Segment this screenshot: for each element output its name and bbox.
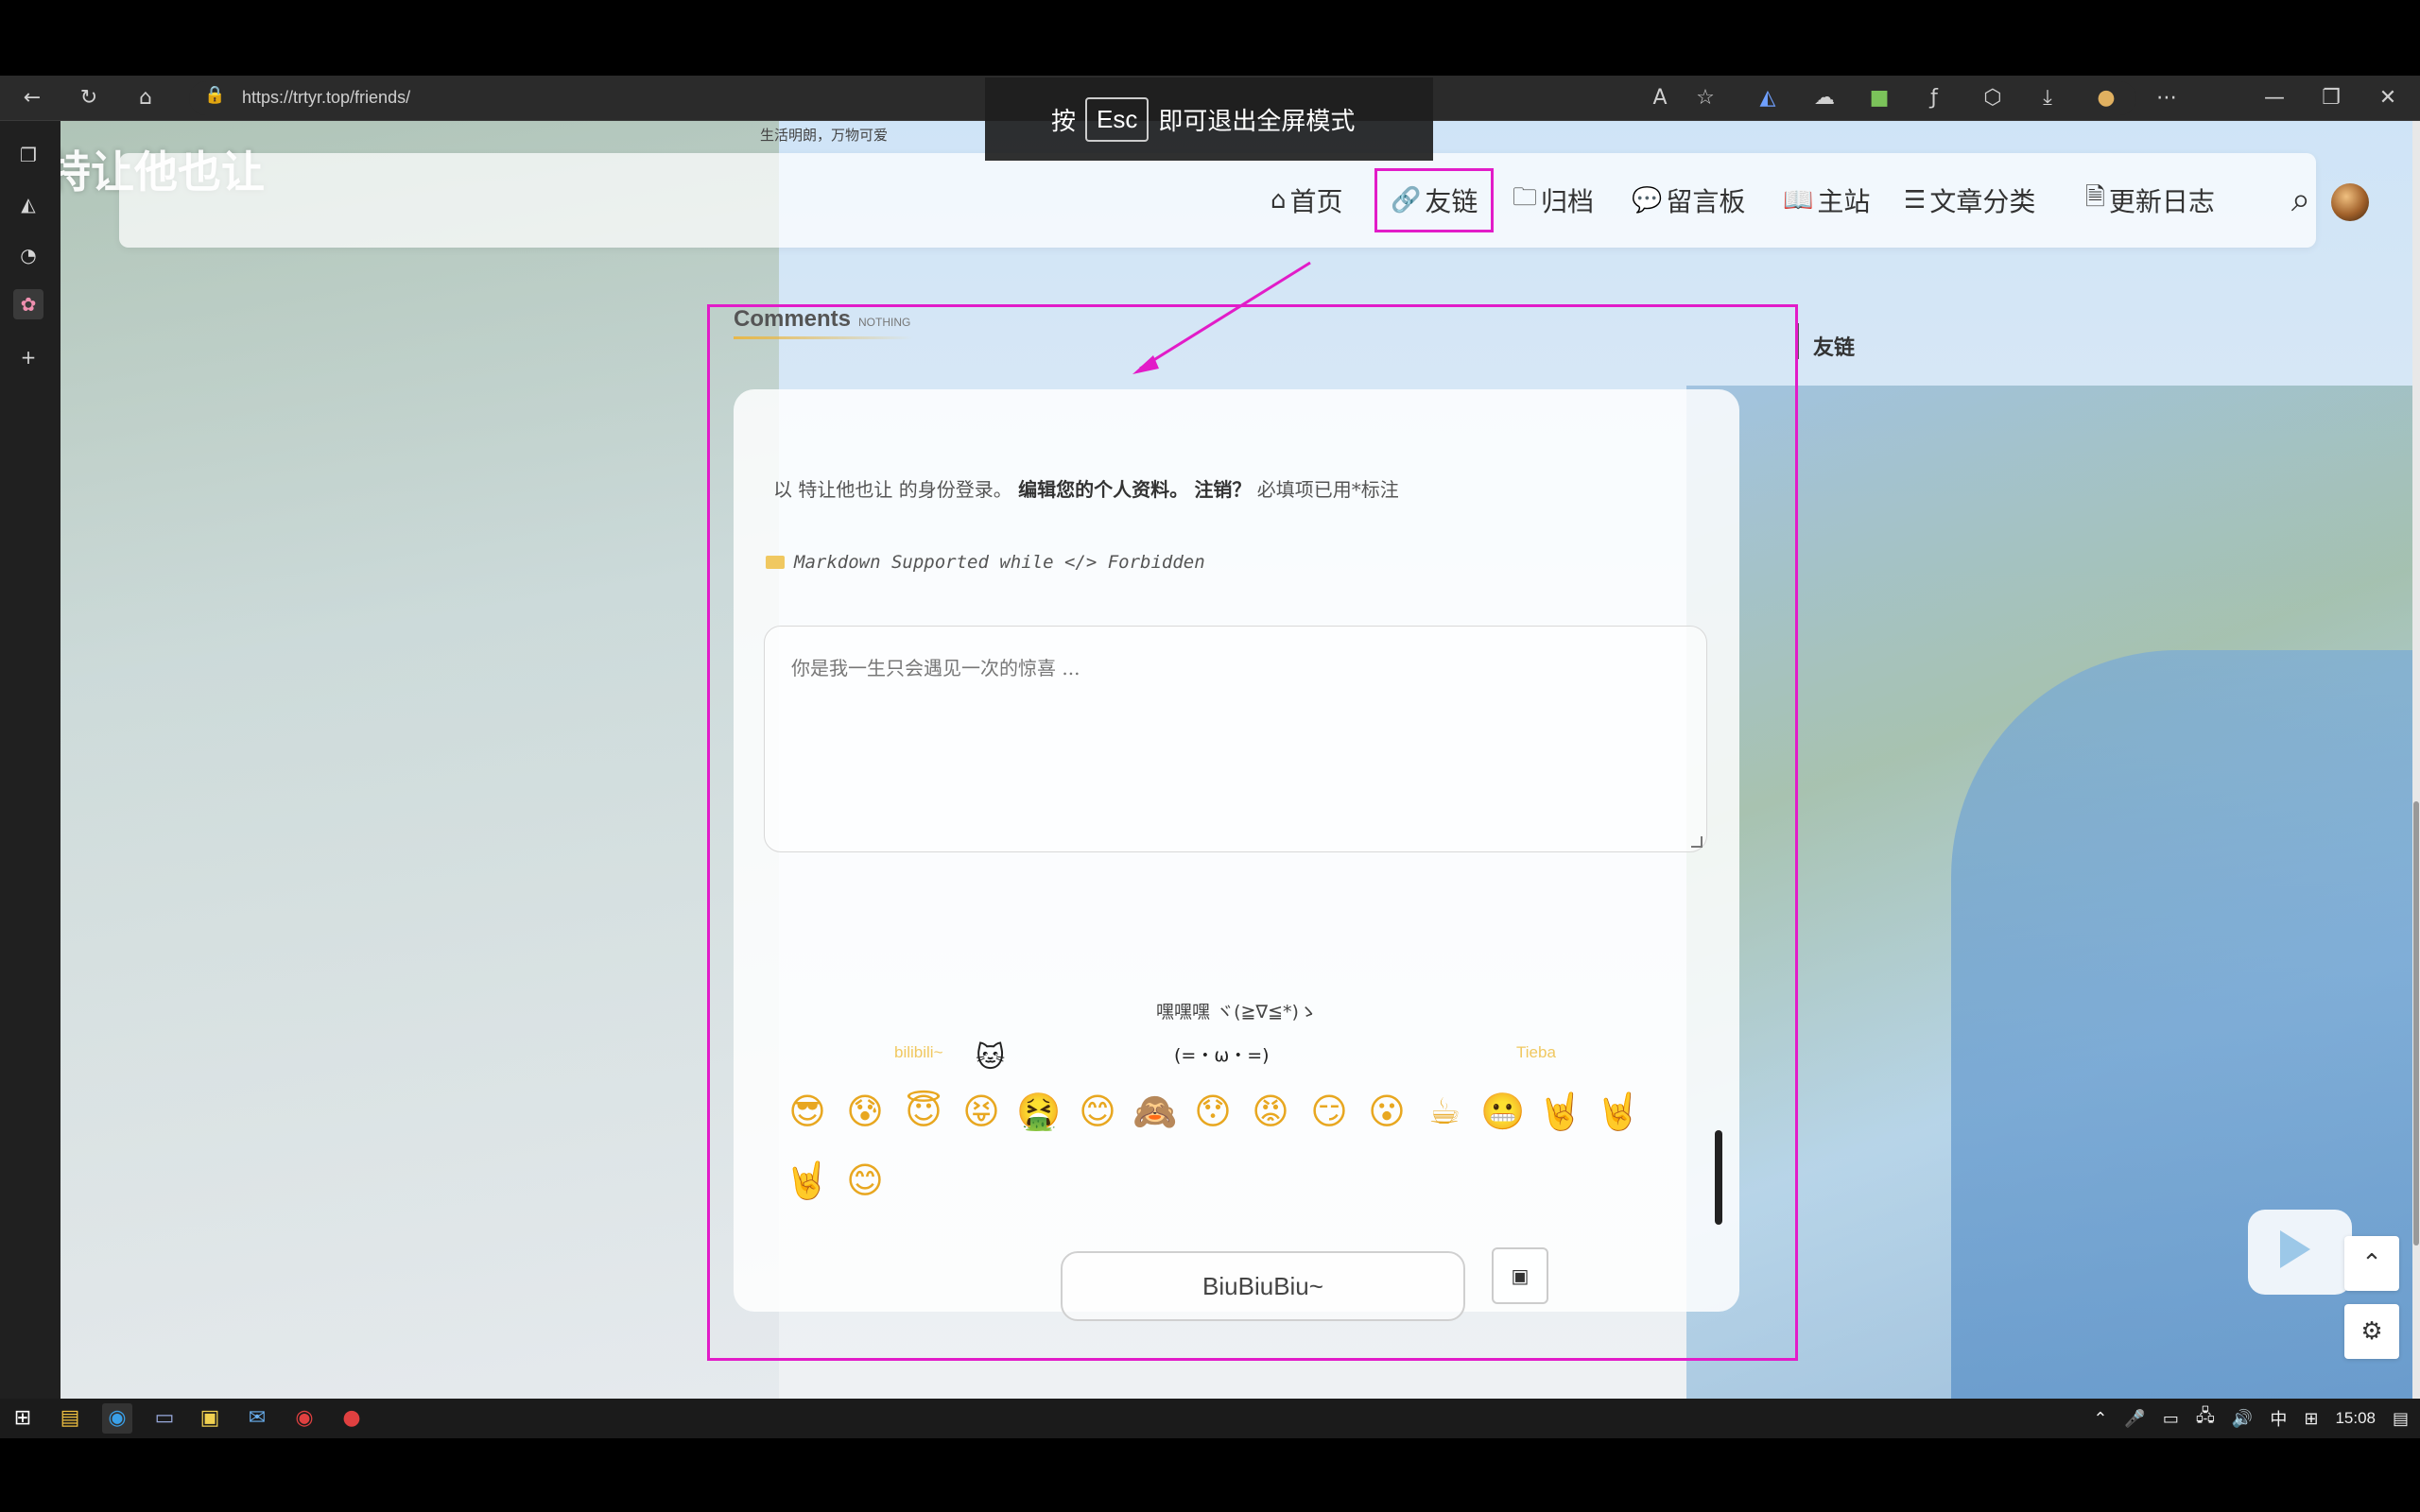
page-scrollbar-thumb[interactable] (2413, 801, 2419, 1246)
minimize-icon[interactable]: — (2259, 83, 2290, 113)
nav-label: 文章分类 (1929, 186, 2036, 217)
navbar: ⌂ 首页 🔗 友链 🗀 归档 💬 留言板 📖 主站 ☰ 文章分类 🗎 更新日志 … (119, 153, 2369, 248)
site-subtitle: 生活明朗，万物可爱 (760, 127, 889, 144)
book-icon: 📖 (1783, 186, 1814, 215)
formula-icon[interactable]: ƒ (1919, 83, 1949, 113)
video-player-widget[interactable] (2248, 1210, 2352, 1295)
terminal-icon[interactable]: ▭ (149, 1403, 180, 1434)
annotation-frame (707, 304, 1798, 1361)
list-icon: ☰ (1904, 186, 1927, 215)
toast-suffix: 即可退出全屏模式 (1158, 107, 1356, 136)
screen: ← ↻ ⌂ 🔒 https://trtyr.top/friends/ A ☆ ◭… (0, 0, 2420, 1512)
lock-icon: 🔒 (204, 85, 226, 105)
tab-icon-1[interactable]: ◭ (13, 189, 43, 219)
web-page: 特让他也让 生活明朗，万物可爱 ⌂ 首页 🔗 友链 🗀 归档 💬 留言板 📖 主… (60, 121, 2412, 1399)
app-icon-1[interactable]: ▣ (195, 1403, 225, 1434)
start-icon[interactable]: ⊞ (8, 1403, 38, 1434)
extension-icon[interactable]: ◭ (1753, 83, 1783, 113)
avatar[interactable] (2331, 183, 2369, 221)
keyboard-icon[interactable]: ⊞ (2304, 1409, 2318, 1429)
folder-icon: 🗀 (1512, 183, 1538, 212)
nav-label: 主站 (1817, 186, 1871, 217)
toast-prefix: 按 (1051, 107, 1077, 136)
tab-actions-icon[interactable]: ❐ (13, 140, 43, 170)
new-tab-icon[interactable]: + (13, 342, 43, 372)
fullscreen-toast: 按 Esc 即可退出全屏模式 (985, 77, 1433, 161)
url-text: https://trtyr.top/friends/ (242, 88, 411, 107)
download-icon[interactable]: ⤓ (2032, 83, 2063, 113)
sidebar-friends-label: 友链 (1813, 335, 1856, 360)
recorder-icon[interactable]: ● (337, 1403, 367, 1434)
nav-guestbook[interactable]: 💬 留言板 (1632, 178, 1745, 223)
nav-home[interactable]: ⌂ 首页 (1270, 178, 1343, 223)
nav-label: 归档 (1541, 186, 1595, 217)
nav-friends[interactable]: 🔗 友链 (1374, 168, 1495, 232)
nav-label: 更新日志 (2108, 186, 2215, 217)
home-icon[interactable]: ⌂ (130, 83, 161, 113)
document-icon: 🗎 (2085, 183, 2105, 212)
favorite-icon[interactable]: ☆ (1690, 83, 1720, 113)
esc-key-badge: Esc (1085, 96, 1150, 142)
tab-icon-active[interactable]: ✿ (13, 289, 43, 319)
nav-main-site[interactable]: 📖 主站 (1783, 178, 1870, 223)
more-icon[interactable]: ⋯ (2152, 83, 2182, 113)
play-icon (2280, 1230, 2310, 1268)
mail-icon[interactable]: ✉ (242, 1403, 272, 1434)
vertical-tab-bar: ❐ ◭ ◔ ✿ + (0, 121, 60, 1399)
link-icon: 🔗 (1391, 186, 1422, 215)
read-aloud-icon[interactable]: A (1645, 83, 1675, 113)
chevron-up-icon[interactable]: ⌃ (2093, 1409, 2107, 1429)
extension-green-icon[interactable]: ■ (1864, 83, 1894, 113)
nav-label: 友链 (1425, 186, 1478, 217)
ime-indicator[interactable]: 中 (2270, 1406, 2287, 1431)
profile-icon[interactable]: ● (2091, 83, 2121, 113)
home-icon: ⌂ (1270, 186, 1287, 215)
extensions-icon[interactable]: ⬡ (1978, 83, 2008, 113)
background-scene-left (60, 121, 779, 1399)
restore-icon[interactable]: ❐ (2316, 83, 2346, 113)
nav-archive[interactable]: 🗀 归档 (1512, 178, 1594, 223)
nav-label: 首页 (1289, 186, 1343, 217)
system-tray: ⌃ 🎤 ▭ 🖧 🔊 中 ⊞ 15:08 ▤ (2093, 1399, 2409, 1438)
back-arrow-icon[interactable]: ← (17, 83, 47, 113)
nav-changelog[interactable]: 🗎 更新日志 (2085, 178, 2215, 223)
search-icon[interactable]: ⌕ (2280, 180, 2322, 221)
nav-categories[interactable]: ☰ 文章分类 (1904, 178, 2035, 223)
scroll-top-button[interactable]: ⌃ (2344, 1236, 2399, 1291)
close-icon[interactable]: ✕ (2373, 83, 2403, 113)
edge-icon[interactable]: ◉ (102, 1403, 132, 1434)
settings-button[interactable]: ⚙ (2344, 1304, 2399, 1359)
nav-label: 留言板 (1666, 186, 1746, 217)
notification-icon[interactable]: ▤ (2393, 1409, 2409, 1429)
file-explorer-icon[interactable]: ▤ (55, 1403, 85, 1434)
page-scrollbar[interactable] (2412, 121, 2420, 1399)
clock[interactable]: 15:08 (2335, 1409, 2376, 1428)
volume-icon[interactable]: 🔊 (2232, 1409, 2253, 1429)
music-app-icon[interactable]: ◉ (289, 1403, 320, 1434)
cloud-icon[interactable]: ☁ (1809, 83, 1840, 113)
taskbar: ⊞ ▤ ◉ ▭ ▣ ✉ ◉ ● ⌃ 🎤 ▭ 🖧 🔊 中 ⊞ 15:08 ▤ (0, 1399, 2420, 1438)
battery-icon[interactable]: ▭ (2163, 1409, 2179, 1429)
tab-icon-2[interactable]: ◔ (13, 240, 43, 270)
comment-icon: 💬 (1632, 186, 1663, 215)
network-icon[interactable]: 🖧 (2196, 1404, 2215, 1433)
microphone-icon[interactable]: 🎤 (2124, 1409, 2145, 1429)
refresh-icon[interactable]: ↻ (74, 83, 104, 113)
